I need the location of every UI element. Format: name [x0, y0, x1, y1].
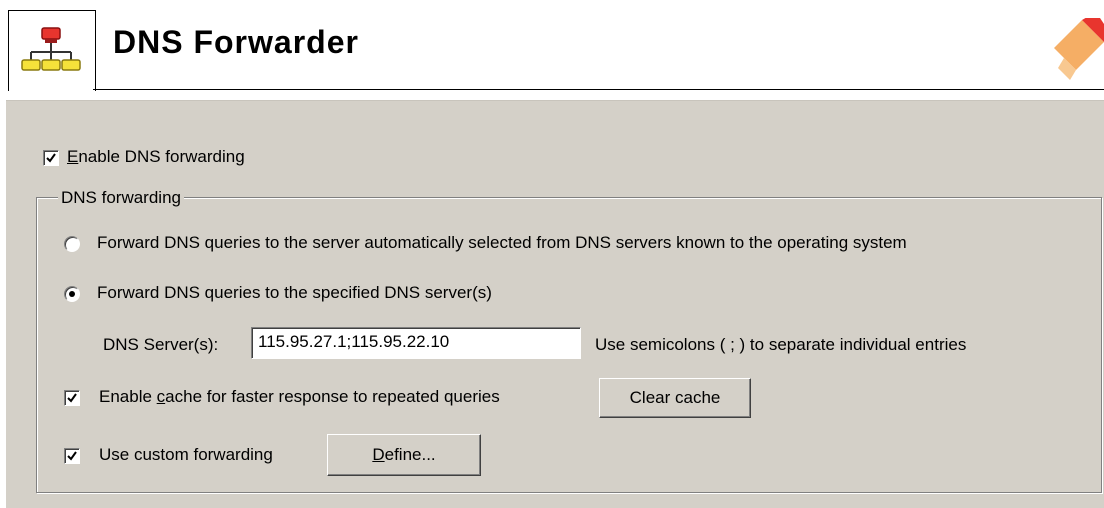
- enable-cache-label[interactable]: Enable cache for faster response to repe…: [99, 387, 500, 407]
- enable-dns-forwarding-checkbox[interactable]: [43, 150, 59, 166]
- define-button[interactable]: Define...: [327, 434, 481, 476]
- checkmark-icon: [67, 451, 77, 461]
- header-underline: [93, 89, 1104, 90]
- enable-dns-forwarding-label[interactable]: Enable DNS forwarding: [67, 147, 245, 167]
- radio-auto-select-label[interactable]: Forward DNS queries to the server automa…: [97, 233, 907, 253]
- dns-servers-input[interactable]: 115.95.27.1;115.95.22.10: [251, 327, 581, 359]
- dns-servers-hint: Use semicolons ( ; ) to separate individ…: [595, 335, 967, 354]
- network-hierarchy-icon: [21, 27, 81, 71]
- group-legend: DNS forwarding: [58, 188, 184, 208]
- page-header: DNS Forwarder: [0, 0, 1104, 100]
- corner-decoration-icon: [1054, 18, 1104, 80]
- radio-auto-select-server[interactable]: [64, 236, 80, 252]
- custom-forwarding-label[interactable]: Use custom forwarding: [99, 445, 273, 465]
- radio-selected-dot: [69, 291, 75, 297]
- page-title: DNS Forwarder: [113, 24, 359, 60]
- checkmark-icon: [46, 153, 56, 163]
- dns-servers-label: DNS Server(s):: [103, 335, 219, 354]
- radio-specified-server[interactable]: [64, 286, 80, 302]
- checkmark-icon: [67, 393, 77, 403]
- header-icon-frame: [8, 10, 96, 91]
- clear-cache-button[interactable]: Clear cache: [599, 378, 751, 418]
- radio-specified-label[interactable]: Forward DNS queries to the specified DNS…: [97, 283, 492, 303]
- custom-forwarding-checkbox[interactable]: [64, 448, 80, 464]
- enable-cache-checkbox[interactable]: [64, 390, 80, 406]
